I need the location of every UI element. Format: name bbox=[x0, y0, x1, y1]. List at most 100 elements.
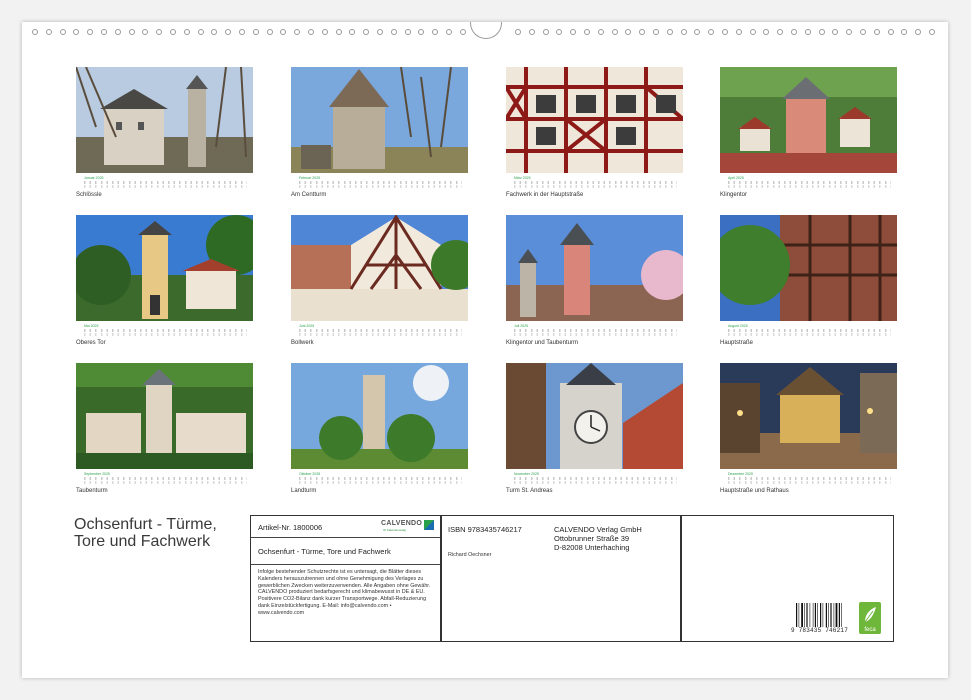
month-tile: Januar 2025 Schlössle bbox=[76, 67, 253, 198]
castle-photo bbox=[76, 67, 253, 173]
binding-ring bbox=[363, 29, 370, 35]
month-label: Januar 2025 bbox=[84, 176, 104, 180]
binding-ring bbox=[45, 29, 52, 35]
binding-ring bbox=[763, 29, 770, 35]
photo-caption: Klingentor bbox=[720, 192, 748, 198]
weekday-row bbox=[514, 333, 677, 336]
photo-caption: Am Centturm bbox=[291, 192, 327, 198]
binding-ring bbox=[929, 29, 935, 35]
binding-ring bbox=[694, 29, 701, 35]
mini-calendar: Juni 2025 bbox=[291, 323, 468, 337]
divider bbox=[440, 516, 442, 641]
month-label: November 2025 bbox=[514, 472, 539, 476]
photo-caption: Oberes Tor bbox=[76, 340, 106, 346]
binding-ring bbox=[887, 29, 894, 35]
weekday-row bbox=[299, 185, 462, 188]
month-label: Oktober 2025 bbox=[299, 472, 321, 476]
binding-ring bbox=[377, 29, 383, 35]
tower-photo bbox=[291, 67, 468, 173]
binding-ring bbox=[915, 29, 922, 35]
month-tile: Oktober 2025 Landturm bbox=[291, 363, 468, 494]
day-numbers bbox=[728, 329, 891, 332]
clock-tower-photo bbox=[506, 363, 683, 469]
half-timbered-photo bbox=[291, 215, 468, 321]
month-label: März 2025 bbox=[514, 176, 531, 180]
gate-tower-photo bbox=[720, 67, 897, 173]
photo-caption: Turm St. Andreas bbox=[506, 488, 553, 494]
isbn: ISBN 9783435746217 bbox=[448, 525, 522, 534]
binding-ring bbox=[680, 29, 687, 35]
mini-calendar: Oktober 2025 bbox=[291, 471, 468, 485]
binding-ring bbox=[211, 29, 218, 35]
photo-caption: Bollwerk bbox=[291, 340, 314, 346]
weekday-row bbox=[299, 481, 462, 484]
binding-ring bbox=[584, 29, 590, 35]
binding-ring bbox=[156, 29, 163, 35]
weekday-row bbox=[84, 333, 247, 336]
photo-caption: Schlössle bbox=[76, 192, 102, 198]
binding-ring bbox=[846, 29, 853, 35]
binding-ring bbox=[390, 29, 397, 35]
binding-ring bbox=[556, 29, 563, 35]
binding-ring bbox=[777, 29, 784, 35]
day-numbers bbox=[299, 477, 462, 480]
binding-ring bbox=[639, 29, 646, 35]
binding-ring bbox=[542, 29, 549, 35]
binding-ring bbox=[653, 29, 659, 35]
divider bbox=[251, 564, 440, 565]
day-numbers bbox=[514, 181, 677, 184]
month-tile: August 2025 Hauptstraße bbox=[720, 215, 897, 346]
binding-ring bbox=[832, 29, 839, 35]
gate-tower-photo bbox=[76, 215, 253, 321]
article-number: Artikel-Nr. 1800006 bbox=[258, 523, 323, 532]
binding-ring bbox=[32, 29, 38, 35]
month-label: April 2025 bbox=[728, 176, 744, 180]
binding-ring bbox=[459, 29, 466, 35]
mini-calendar: Juli 2025 bbox=[506, 323, 683, 337]
binding-ring bbox=[101, 29, 107, 35]
month-tile: September 2025 Taubenturm bbox=[76, 363, 253, 494]
legal-notice: Infolge bestehender Schutzrechte ist es … bbox=[258, 569, 431, 616]
calvendo-logo: CALVENDO Ihr Kalenderverlag bbox=[381, 520, 434, 532]
binding-ring bbox=[349, 29, 356, 35]
day-numbers bbox=[728, 477, 891, 480]
towers-photo bbox=[506, 215, 683, 321]
binding-ring bbox=[818, 29, 825, 35]
weekday-row bbox=[514, 481, 677, 484]
publisher-street: Ottobrunner Straße 39 bbox=[554, 534, 630, 543]
day-numbers bbox=[514, 329, 677, 332]
month-label: Februar 2025 bbox=[299, 176, 321, 180]
tower-photo bbox=[291, 363, 468, 469]
weekday-row bbox=[84, 481, 247, 484]
binding-ring bbox=[901, 29, 908, 35]
binding-ring bbox=[625, 29, 632, 35]
mini-calendar: Januar 2025 bbox=[76, 175, 253, 189]
binding-ring bbox=[280, 29, 287, 35]
calvendo-icon bbox=[424, 520, 434, 530]
photo-caption: Landturm bbox=[291, 488, 317, 494]
month-tile: November 2025 Turm St. Andreas bbox=[506, 363, 683, 494]
binding-ring bbox=[128, 29, 135, 35]
binding-ring bbox=[170, 29, 176, 35]
photo-caption: Hauptstraße bbox=[720, 340, 754, 346]
tower-photo bbox=[76, 363, 253, 469]
binding-ring bbox=[570, 29, 577, 35]
binding-ring bbox=[404, 29, 411, 35]
binding-ring bbox=[59, 29, 66, 35]
month-label: Mai 2025 bbox=[84, 324, 99, 328]
day-numbers bbox=[84, 329, 247, 332]
day-numbers bbox=[299, 181, 462, 184]
month-label: Juli 2025 bbox=[514, 324, 529, 328]
binding-ring bbox=[294, 29, 301, 35]
street-photo bbox=[720, 215, 897, 321]
svg-text:feca: feca bbox=[864, 627, 876, 633]
photo-caption: Hauptstraße und Rathaus bbox=[720, 488, 789, 494]
binding-ring bbox=[114, 29, 121, 35]
barcode bbox=[796, 603, 842, 627]
weekday-row bbox=[728, 333, 891, 336]
month-tile: April 2025 Klingentor bbox=[720, 67, 897, 198]
divider bbox=[251, 537, 440, 538]
binding-ring bbox=[515, 29, 521, 35]
binding-ring bbox=[73, 29, 80, 35]
binding-ring bbox=[873, 29, 880, 35]
